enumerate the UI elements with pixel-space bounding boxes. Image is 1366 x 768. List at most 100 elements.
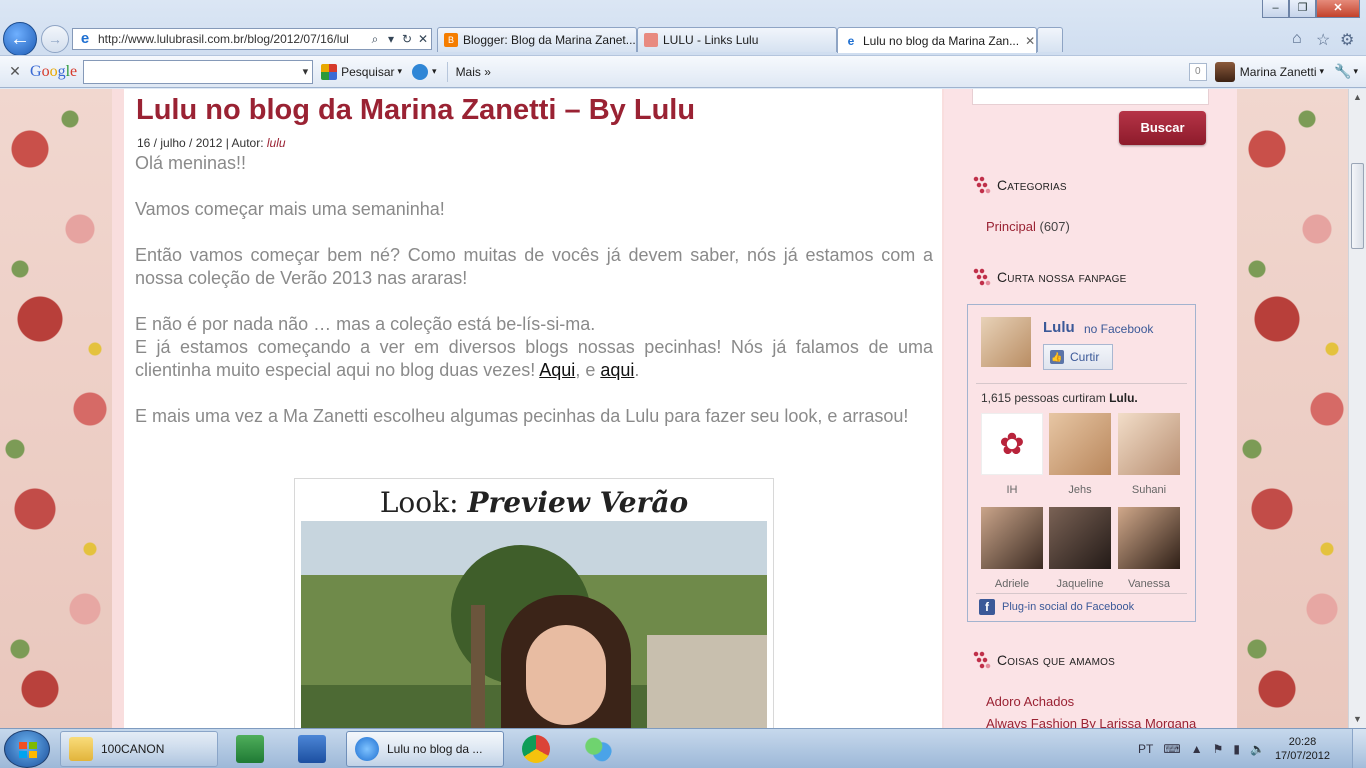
dots-icon: [973, 651, 991, 669]
facebook-plugin-link[interactable]: f Plug-in social do Facebook: [979, 599, 1134, 615]
post-photo[interactable]: Look: Preview Verão: [294, 478, 774, 728]
category-count: (607): [1039, 219, 1070, 234]
show-hidden-icons-icon[interactable]: ▲: [1191, 742, 1203, 756]
category-link-principal[interactable]: Principal (607): [986, 219, 1070, 234]
mais-label: Mais »: [455, 64, 491, 79]
refresh-icon[interactable]: ↻: [399, 32, 415, 46]
curtir-button[interactable]: 👍 Curtir: [1043, 344, 1113, 370]
pesquisar-label: Pesquisar: [341, 64, 395, 79]
post-author-link[interactable]: lulu: [267, 136, 286, 150]
show-desktop-button[interactable]: [1352, 729, 1366, 768]
like-count: 1,615 pessoas curtiram Lulu.: [981, 391, 1138, 405]
scroll-thumb[interactable]: [1351, 163, 1364, 249]
dropdown-icon[interactable]: ▾: [383, 32, 399, 46]
like-count-text: 1,615 pessoas curtiram: [981, 391, 1106, 405]
address-bar[interactable]: e http://www.lulubrasil.com.br/blog/2012…: [72, 28, 432, 50]
page-viewport: Lulu no blog da Marina Zanetti – By Lulu…: [0, 89, 1348, 728]
blogger-icon: B: [444, 33, 458, 47]
excel-icon: [236, 735, 264, 763]
start-button[interactable]: [4, 730, 50, 768]
keyboard-icon[interactable]: ⌨: [1163, 742, 1180, 756]
fan-item[interactable]: ✿ IH: [981, 413, 1043, 496]
scroll-down-arrow-icon[interactable]: ▼: [1349, 711, 1366, 728]
back-button[interactable]: ←: [3, 22, 37, 56]
taskbar-word[interactable]: [284, 731, 340, 767]
pesquisar-button[interactable]: Pesquisar ▾: [321, 63, 402, 80]
aqui-link-1[interactable]: Aqui: [539, 360, 575, 380]
network-icon[interactable]: ▮: [1233, 742, 1240, 756]
minimize-button[interactable]: ‒: [1262, 0, 1289, 18]
dots-icon: [973, 176, 991, 194]
address-url[interactable]: http://www.lulubrasil.com.br/blog/2012/0…: [98, 32, 367, 46]
plus-icon: [412, 63, 429, 80]
taskbar-button-ie[interactable]: Lulu no blog da ...: [346, 731, 504, 767]
clock[interactable]: 20:28 17/07/2012: [1275, 735, 1330, 763]
dots-icon: [973, 268, 991, 286]
fan-avatar: [1049, 507, 1111, 569]
paragraph-text: .: [634, 360, 640, 380]
aqui-link-2[interactable]: aqui: [600, 360, 634, 380]
clock-date: 17/07/2012: [1274, 750, 1330, 762]
maximize-button[interactable]: ❐: [1289, 0, 1316, 18]
user-name[interactable]: Marina Zanetti: [1240, 65, 1317, 79]
taskbar-button-folder[interactable]: 100CANON: [60, 731, 218, 767]
buscar-button[interactable]: Buscar: [1119, 111, 1206, 145]
home-icon[interactable]: ⌂: [1292, 30, 1302, 48]
link-always-fashion[interactable]: Always Fashion By Larissa Morgana: [986, 716, 1196, 728]
volume-icon[interactable]: 🔈: [1250, 742, 1265, 756]
photo-trunk: [471, 605, 485, 728]
taskbar-chrome[interactable]: [508, 731, 564, 767]
close-tab-icon[interactable]: ✕: [1025, 34, 1035, 48]
ie-icon: [355, 737, 379, 761]
close-toolbar-icon[interactable]: ✕: [0, 63, 30, 80]
floral-background-right: [1237, 89, 1348, 728]
wrench-icon[interactable]: 🔧: [1334, 63, 1351, 80]
link-adoro-achados[interactable]: Adoro Achados: [986, 694, 1074, 709]
close-window-button[interactable]: ✕: [1316, 0, 1360, 18]
share-button[interactable]: ▾: [412, 63, 437, 80]
facebook-icon: f: [979, 599, 995, 615]
sidebar: Buscar Categorias Principal (607) Curta …: [944, 89, 1237, 728]
page-name-link[interactable]: Lulu: [1043, 319, 1075, 336]
gear-icon[interactable]: ⚙: [1340, 30, 1354, 50]
fan-name: Adriele: [994, 578, 1030, 590]
vertical-scrollbar[interactable]: ▲ ▼: [1348, 89, 1366, 728]
language-indicator[interactable]: PT: [1138, 742, 1153, 756]
caption-prefix: Look:: [379, 486, 459, 519]
paragraph-text: E já estamos começando a ver em diversos…: [135, 337, 933, 380]
taskbar-messenger[interactable]: [570, 731, 626, 767]
fan-item[interactable]: Vanessa: [1118, 507, 1180, 590]
fan-item[interactable]: Suhani: [1118, 413, 1180, 496]
post-date: 16 / julho / 2012 | Autor:: [137, 136, 264, 150]
tab-lulu-links[interactable]: LULU - Links Lulu: [637, 27, 837, 52]
sidebar-search-input[interactable]: [972, 89, 1209, 105]
user-avatar[interactable]: [1214, 61, 1235, 82]
new-tab-button[interactable]: [1037, 27, 1063, 52]
tab-blogger[interactable]: B Blogger: Blog da Marina Zanet...: [437, 27, 637, 52]
fan-item[interactable]: Jaqueline: [1049, 507, 1111, 590]
stop-icon[interactable]: ✕: [415, 32, 431, 46]
post-title[interactable]: Lulu no blog da Marina Zanetti – By Lulu: [136, 94, 695, 127]
on-facebook-link[interactable]: no Facebook: [1084, 322, 1153, 336]
fan-item[interactable]: Adriele: [981, 507, 1043, 590]
coisas-heading: Coisas que amamos: [973, 651, 1115, 669]
google-search-input[interactable]: [83, 59, 314, 84]
paragraph: Vamos começar mais uma semaninha!: [135, 199, 445, 219]
fan-avatar: [981, 507, 1043, 569]
scroll-up-arrow-icon[interactable]: ▲: [1349, 89, 1366, 106]
favorites-star-icon[interactable]: ☆: [1316, 30, 1330, 50]
tab-lulu-blog[interactable]: e Lulu no blog da Marina Zan... ✕: [837, 27, 1037, 53]
page-avatar[interactable]: [981, 317, 1031, 367]
post-meta: 16 / julho / 2012 | Autor: lulu: [137, 136, 286, 150]
taskbar-excel[interactable]: [222, 731, 278, 767]
search-icon[interactable]: ⌕: [367, 32, 383, 47]
taskbar-button-label: 100CANON: [101, 742, 165, 756]
widget-title-text: Categorias: [997, 177, 1067, 193]
widget-title-text: Curta nossa fanpage: [997, 269, 1127, 285]
forward-button[interactable]: →: [41, 25, 69, 53]
post-body: Olá meninas!! Vamos começar mais uma sem…: [135, 152, 933, 451]
action-center-icon[interactable]: ⚑: [1213, 742, 1224, 756]
fan-item[interactable]: Jehs: [1049, 413, 1111, 496]
mais-button[interactable]: Mais »: [456, 65, 491, 79]
notification-badge[interactable]: 0: [1188, 62, 1207, 81]
